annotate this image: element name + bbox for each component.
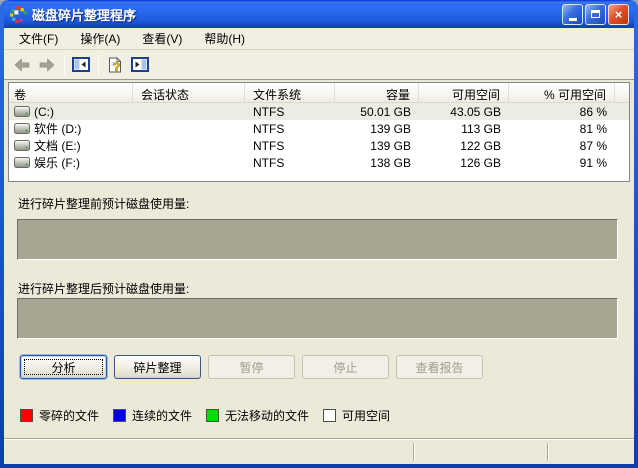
legend-item-unmovable: 无法移动的文件 <box>206 407 309 424</box>
free-space: 126 GB <box>460 155 501 170</box>
capacity: 139 GB <box>370 121 411 136</box>
legend-item-fragmented: 零碎的文件 <box>20 407 99 424</box>
defragment-button[interactable]: 碎片整理 <box>114 355 201 379</box>
defrag-app-icon[interactable] <box>10 5 27 23</box>
column-header-filler <box>615 83 632 102</box>
toolbar: ? <box>4 50 634 80</box>
volume-list-header: 卷 会话状态 文件系统 容量 可用空间 % 可用空间 <box>9 83 632 103</box>
capacity: 139 GB <box>370 138 411 153</box>
column-header-free-space[interactable]: 可用空间 <box>419 83 509 102</box>
minimize-icon <box>568 17 577 21</box>
table-row-drive-c[interactable]: (C:) NTFS 50.01 GB 43.05 GB 86 % <box>9 103 629 120</box>
legend-item-contiguous: 连续的文件 <box>113 407 192 424</box>
free-space: 122 GB <box>460 138 501 153</box>
help-button[interactable]: ? <box>103 54 127 76</box>
column-header-capacity[interactable]: 容量 <box>335 83 419 102</box>
legend-item-free-space: 可用空间 <box>323 407 390 424</box>
close-button[interactable]: × <box>608 3 629 25</box>
maximize-icon <box>591 10 600 18</box>
analyze-button[interactable]: 分析 <box>20 355 107 379</box>
drive-icon <box>14 106 30 117</box>
legend-label: 零碎的文件 <box>39 409 100 423</box>
percent-free: 91 % <box>579 155 607 170</box>
menu-action[interactable]: 操作(A) <box>73 28 127 49</box>
forward-button[interactable] <box>35 54 59 76</box>
stop-button[interactable]: 停止 <box>302 355 389 379</box>
free-space: 43.05 GB <box>450 104 501 119</box>
statusbar-separator <box>413 443 415 461</box>
console-tree-button[interactable] <box>69 54 93 76</box>
unmovable-files-swatch <box>206 409 220 422</box>
volume-name: 文档 (E:) <box>34 139 81 153</box>
free-space: 113 GB <box>461 121 501 136</box>
title-bar[interactable]: 磁盘碎片整理程序 × <box>4 0 634 28</box>
column-header-session-status[interactable]: 会话状态 <box>133 83 245 102</box>
before-usage-label: 进行碎片整理前预计磁盘使用量: <box>18 197 190 211</box>
action-button-row: 分析 碎片整理 暂停 停止 查看报告 <box>20 355 483 379</box>
menu-help[interactable]: 帮助(H) <box>197 28 252 49</box>
table-row-drive-f[interactable]: 娱乐 (F:) NTFS 138 GB 126 GB 91 % <box>9 154 629 171</box>
client-area: 文件(F) 操作(A) 查看(V) 帮助(H) ? 卷 会话状态 文件系统 容量… <box>4 28 634 464</box>
drive-icon <box>14 157 30 168</box>
drive-icon <box>14 140 30 151</box>
back-button[interactable] <box>10 54 34 76</box>
maximize-button[interactable] <box>585 3 606 25</box>
forward-arrow-icon <box>39 57 55 72</box>
drive-icon <box>14 123 30 134</box>
percent-free: 81 % <box>579 121 607 136</box>
pause-button[interactable]: 暂停 <box>208 355 295 379</box>
file-system: NTFS <box>253 155 285 170</box>
capacity: 50.01 GB <box>360 104 411 119</box>
console-tree-icon <box>72 57 90 72</box>
help-icon: ? <box>109 56 122 73</box>
column-header-volume[interactable]: 卷 <box>9 83 133 102</box>
toolbar-separator-2 <box>98 54 99 75</box>
status-bar <box>4 440 634 464</box>
file-system: NTFS <box>253 104 285 119</box>
contiguous-files-swatch <box>113 409 127 422</box>
menu-view[interactable]: 查看(V) <box>135 28 189 49</box>
file-system: NTFS <box>253 138 285 153</box>
statusbar-separator <box>547 443 549 461</box>
legend-label: 连续的文件 <box>132 409 193 423</box>
column-header-file-system[interactable]: 文件系统 <box>245 83 335 102</box>
volume-name: 软件 (D:) <box>34 122 82 136</box>
file-system: NTFS <box>253 121 285 136</box>
capacity: 138 GB <box>370 155 411 170</box>
action-pane-button[interactable] <box>128 54 152 76</box>
after-usage-bar <box>17 298 618 339</box>
legend-label: 无法移动的文件 <box>225 409 310 423</box>
fragmented-files-swatch <box>20 409 33 422</box>
legend-label: 可用空间 <box>342 409 391 423</box>
menu-bar: 文件(F) 操作(A) 查看(V) 帮助(H) <box>4 28 634 50</box>
before-usage-bar <box>17 219 618 260</box>
minimize-button[interactable] <box>562 3 583 25</box>
volume-name: 娱乐 (F:) <box>34 156 80 170</box>
menu-file[interactable]: 文件(F) <box>12 28 65 49</box>
close-icon: × <box>614 6 623 22</box>
after-usage-label: 进行碎片整理后预计磁盘使用量: <box>18 282 190 296</box>
volume-name: (C:) <box>34 104 54 119</box>
percent-free: 86 % <box>579 104 607 119</box>
percent-free: 87 % <box>579 138 607 153</box>
view-report-button[interactable]: 查看报告 <box>396 355 483 379</box>
svg-text:?: ? <box>113 60 120 73</box>
legend: 零碎的文件 连续的文件 无法移动的文件 可用空间 <box>20 407 404 424</box>
toolbar-separator <box>64 54 65 75</box>
defrag-panel: 进行碎片整理前预计磁盘使用量: 进行碎片整理后预计磁盘使用量: 分析 碎片整理 … <box>4 183 634 436</box>
free-space-swatch <box>323 409 337 422</box>
table-row-drive-d[interactable]: 软件 (D:) NTFS 139 GB 113 GB 81 % <box>9 120 629 137</box>
back-arrow-icon <box>14 57 30 72</box>
app-window: 磁盘碎片整理程序 × 文件(F) 操作(A) 查看(V) 帮助(H) ? 卷 会… <box>0 0 638 468</box>
action-pane-icon <box>131 57 149 72</box>
column-header-percent-free[interactable]: % 可用空间 <box>509 83 615 102</box>
table-row-drive-e[interactable]: 文档 (E:) NTFS 139 GB 122 GB 87 % <box>9 137 629 154</box>
window-title: 磁盘碎片整理程序 <box>32 7 137 23</box>
volume-list: 卷 会话状态 文件系统 容量 可用空间 % 可用空间 (C:) NTFS 50.… <box>8 82 632 182</box>
